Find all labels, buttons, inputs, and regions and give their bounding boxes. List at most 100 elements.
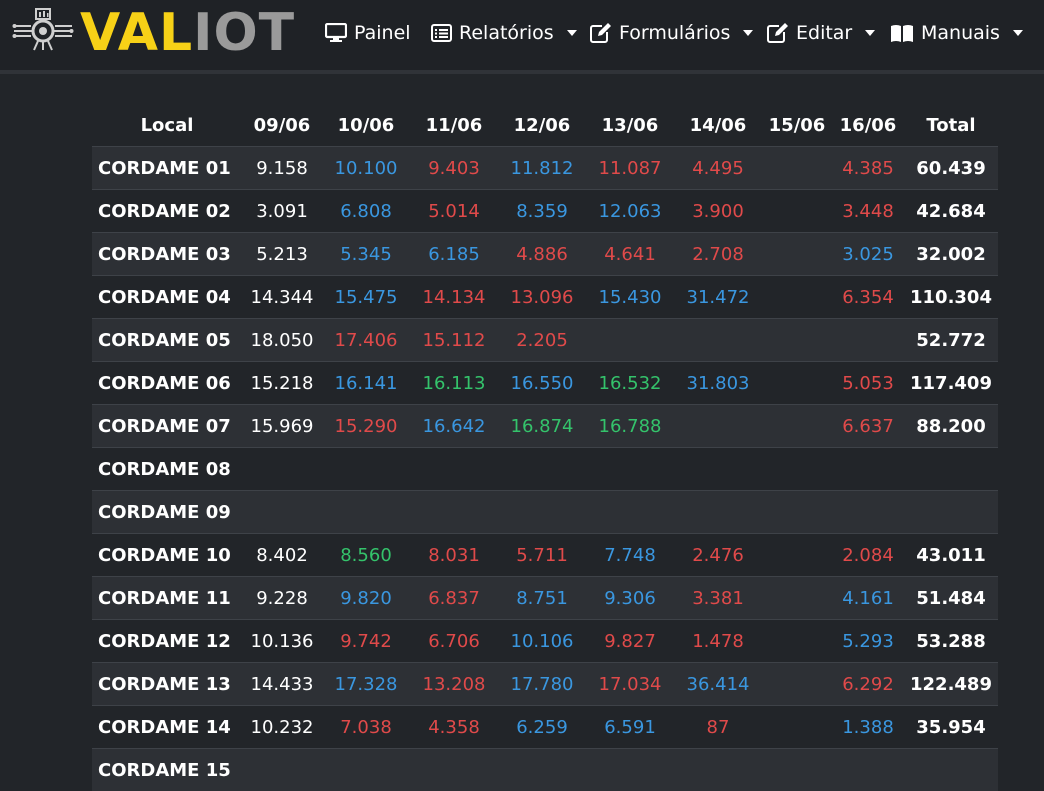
value-cell: 6.808 [322,190,410,233]
value-cell: 16.141 [322,362,410,405]
nav-manuais[interactable]: Manuais [890,16,1023,50]
value-cell [832,749,904,791]
value-cell: 10.136 [242,620,322,663]
row-local-label: CORDAME 05 [92,319,242,362]
value-cell: 9.827 [586,620,674,663]
value-cell [410,491,498,534]
table-row: CORDAME 1210.1369.7426.70610.1069.8271.4… [92,620,998,663]
chevron-down-icon [865,30,875,36]
row-total-cell [904,448,998,491]
value-cell: 6.292 [832,663,904,706]
value-cell [762,276,832,319]
value-cell [498,448,586,491]
value-cell [586,491,674,534]
value-cell: 6.837 [410,577,498,620]
nav-relatorios[interactable]: Relatórios [431,16,577,50]
value-cell [762,663,832,706]
row-total-cell: 53.288 [904,620,998,663]
table-row: CORDAME 1314.43317.32813.20817.78017.034… [92,663,998,706]
value-cell: 15.430 [586,276,674,319]
chevron-down-icon [743,30,753,36]
value-cell: 14.134 [410,276,498,319]
column-header-date: 13/06 [586,104,674,147]
value-cell: 14.344 [242,276,322,319]
value-cell [762,577,832,620]
table-row: CORDAME 0715.96915.29016.64216.87416.788… [92,405,998,448]
row-total-cell: 51.484 [904,577,998,620]
value-cell: 11.812 [498,147,586,190]
row-total-cell: 117.409 [904,362,998,405]
value-cell: 15.969 [242,405,322,448]
column-header-date: 10/06 [322,104,410,147]
nav-editar[interactable]: Editar [767,16,875,50]
column-header-local: Local [92,104,242,147]
nav-editar-label: Editar [796,16,852,50]
value-cell [762,319,832,362]
value-cell: 6.591 [586,706,674,749]
value-cell: 6.354 [832,276,904,319]
value-cell [762,706,832,749]
navbar: VALIOT Painel Relatórios Formulários [0,0,1044,74]
value-cell: 16.550 [498,362,586,405]
value-cell [762,147,832,190]
report-table-container: Local 09/06 10/06 11/06 12/06 13/06 14/0… [92,104,998,791]
table-row: CORDAME 119.2289.8206.8378.7519.3063.381… [92,577,998,620]
nav-formularios[interactable]: Formulários [590,16,753,50]
value-cell [498,749,586,791]
row-local-label: CORDAME 08 [92,448,242,491]
row-total-cell: 60.439 [904,147,998,190]
row-local-label: CORDAME 06 [92,362,242,405]
value-cell [410,448,498,491]
book-icon [890,24,914,43]
row-total-cell: 52.772 [904,319,998,362]
brand-part-iot: IOT [193,3,295,63]
value-cell: 8.751 [498,577,586,620]
value-cell: 87 [674,706,762,749]
value-cell: 3.900 [674,190,762,233]
value-cell: 15.112 [410,319,498,362]
value-cell: 6.259 [498,706,586,749]
brand-part-val: VAL [80,3,193,63]
value-cell [586,749,674,791]
value-cell: 16.532 [586,362,674,405]
value-cell [762,491,832,534]
value-cell: 16.874 [498,405,586,448]
table-row: CORDAME 023.0916.8085.0148.35912.0633.90… [92,190,998,233]
row-local-label: CORDAME 12 [92,620,242,663]
value-cell: 16.113 [410,362,498,405]
value-cell: 5.213 [242,233,322,276]
value-cell: 2.708 [674,233,762,276]
value-cell [242,491,322,534]
value-cell: 6.637 [832,405,904,448]
chevron-down-icon [567,30,577,36]
value-cell [762,405,832,448]
nav-painel[interactable]: Painel [325,16,411,50]
column-header-date: 15/06 [762,104,832,147]
value-cell [674,319,762,362]
value-cell [586,448,674,491]
value-cell: 17.406 [322,319,410,362]
value-cell: 36.414 [674,663,762,706]
value-cell: 2.084 [832,534,904,577]
value-cell: 12.063 [586,190,674,233]
value-cell: 3.091 [242,190,322,233]
value-cell: 2.476 [674,534,762,577]
value-cell: 2.205 [498,319,586,362]
value-cell [674,448,762,491]
row-local-label: CORDAME 04 [92,276,242,319]
value-cell [242,448,322,491]
value-cell [674,491,762,534]
value-cell [762,233,832,276]
value-cell: 8.359 [498,190,586,233]
row-total-cell: 88.200 [904,405,998,448]
column-header-date: 11/06 [410,104,498,147]
table-row: CORDAME 1410.2327.0384.3586.2596.591871.… [92,706,998,749]
brand-logo[interactable]: VALIOT [80,0,295,70]
nav-formularios-label: Formulários [619,16,730,50]
value-cell: 4.358 [410,706,498,749]
value-cell: 31.472 [674,276,762,319]
table-row: CORDAME 035.2135.3456.1854.8864.6412.708… [92,233,998,276]
circuit-logo-icon[interactable] [12,6,74,52]
row-total-cell: 32.002 [904,233,998,276]
edit-icon [767,23,789,43]
